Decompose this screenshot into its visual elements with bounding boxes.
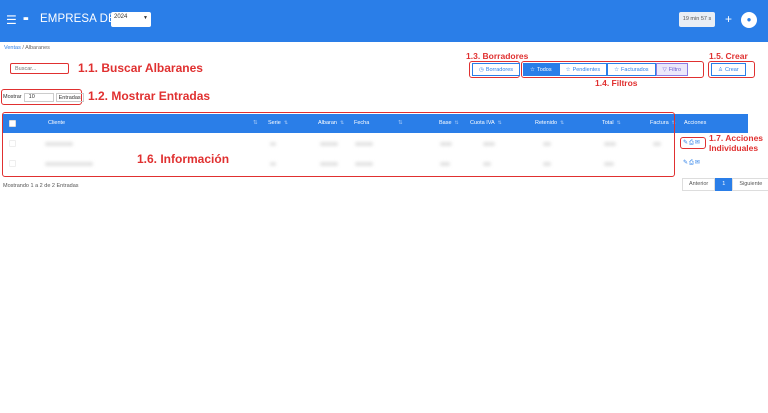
annotation-create: 1.5. Crear <box>709 51 748 61</box>
col-acciones: Acciones <box>684 120 707 126</box>
cell-retenido <box>543 162 551 166</box>
grid-icon[interactable]: ▪▪ <box>23 13 29 25</box>
star-icon: ☆ <box>530 66 535 73</box>
table-row[interactable] <box>3 154 679 174</box>
plus-icon[interactable]: + <box>725 12 732 26</box>
cell-fecha <box>355 162 373 166</box>
cell-cliente <box>45 142 73 146</box>
cell-cliente <box>45 162 93 166</box>
hamburger-icon[interactable]: ☰ <box>6 13 17 27</box>
user-add-icon: ♙ <box>718 66 723 73</box>
page-1-button[interactable]: 1 <box>715 178 733 191</box>
cell-base <box>440 162 450 166</box>
row-actions: ✎⎙✉ <box>683 139 701 147</box>
show-entries: Mostrar 10 Entradas <box>3 91 84 103</box>
table-row[interactable] <box>3 134 679 154</box>
annotation-drafts: 1.3. Borradores <box>466 51 529 61</box>
tab-facturados[interactable]: ☆ Facturados <box>607 63 656 76</box>
breadcrumb-ventas[interactable]: Ventas <box>4 45 21 51</box>
prev-page-button[interactable]: Anterior <box>682 178 716 191</box>
annotation-search: 1.1. Buscar Albaranes <box>78 61 203 75</box>
annotation-filters: 1.4. Filtros <box>595 78 638 88</box>
annotation-information: 1.6. Información <box>137 152 230 166</box>
cell-base <box>440 142 452 146</box>
create-group: ♙ Crear <box>711 63 746 77</box>
filter-button[interactable]: ▽ Filtro <box>655 63 689 76</box>
entries-select[interactable]: 10 <box>23 92 54 102</box>
cell-total <box>604 162 614 166</box>
filter-group: ☆ Todos ☆ Pendientes ☆ Facturados ▽ Filtro <box>523 63 689 77</box>
annotation-actions-line1: 1.7. Acciones <box>709 133 764 143</box>
breadcrumb-albaranes: Albaranes <box>25 45 50 51</box>
breadcrumb: Ventas / Albaranes <box>4 45 50 51</box>
email-icon[interactable]: ✉ <box>695 140 701 146</box>
cell-total <box>604 142 616 146</box>
chevron-down-icon: ▼ <box>143 15 148 21</box>
show-label: Mostrar <box>3 94 22 100</box>
cell-serie <box>270 142 276 146</box>
search-input[interactable] <box>10 63 69 74</box>
pagination: Anterior 1 Siguiente <box>682 178 768 191</box>
year-value: 2024 <box>114 14 128 20</box>
drafts-group: ◷ Borradores <box>472 63 521 77</box>
funnel-icon: ▽ <box>662 66 667 73</box>
cell-albaran <box>320 142 338 146</box>
top-bar: ☰ ▪▪ EMPRESA DEMO1 2024 ▼ 19 min 57 s + … <box>0 0 768 42</box>
cell-albaran <box>320 162 338 166</box>
create-button[interactable]: ♙ Crear <box>711 63 746 76</box>
entries-suffix: Entradas <box>55 92 84 102</box>
cell-cuota <box>483 162 491 166</box>
annotation-show: 1.2. Mostrar Entradas <box>88 89 211 103</box>
next-page-button[interactable]: Siguiente <box>732 178 768 191</box>
cell-factura <box>653 142 661 146</box>
cell-fecha <box>355 142 373 146</box>
entries-summary: Mostrando 1 a 2 de 2 Entradas <box>3 183 79 189</box>
email-icon[interactable]: ✉ <box>695 160 701 166</box>
cell-cuota <box>483 142 495 146</box>
row-actions: ✎⎙✉ <box>683 159 701 167</box>
star-icon: ☆ <box>565 66 571 73</box>
user-icon[interactable]: ● <box>741 12 757 28</box>
clock-icon: ◷ <box>479 66 484 73</box>
drafts-button[interactable]: ◷ Borradores <box>472 63 521 76</box>
row-checkbox[interactable] <box>9 140 16 147</box>
tab-pendientes[interactable]: ☆ Pendientes <box>558 63 608 76</box>
annotation-actions-line2: Individuales <box>709 143 759 153</box>
star-icon: ☆ <box>614 66 620 73</box>
cell-serie <box>270 162 276 166</box>
tab-todos[interactable]: ☆ Todos <box>523 63 559 76</box>
row-checkbox[interactable] <box>9 160 16 167</box>
cell-retenido <box>543 142 551 146</box>
year-select[interactable]: 2024 ▼ <box>111 12 151 27</box>
session-timer: 19 min 57 s <box>679 12 715 27</box>
